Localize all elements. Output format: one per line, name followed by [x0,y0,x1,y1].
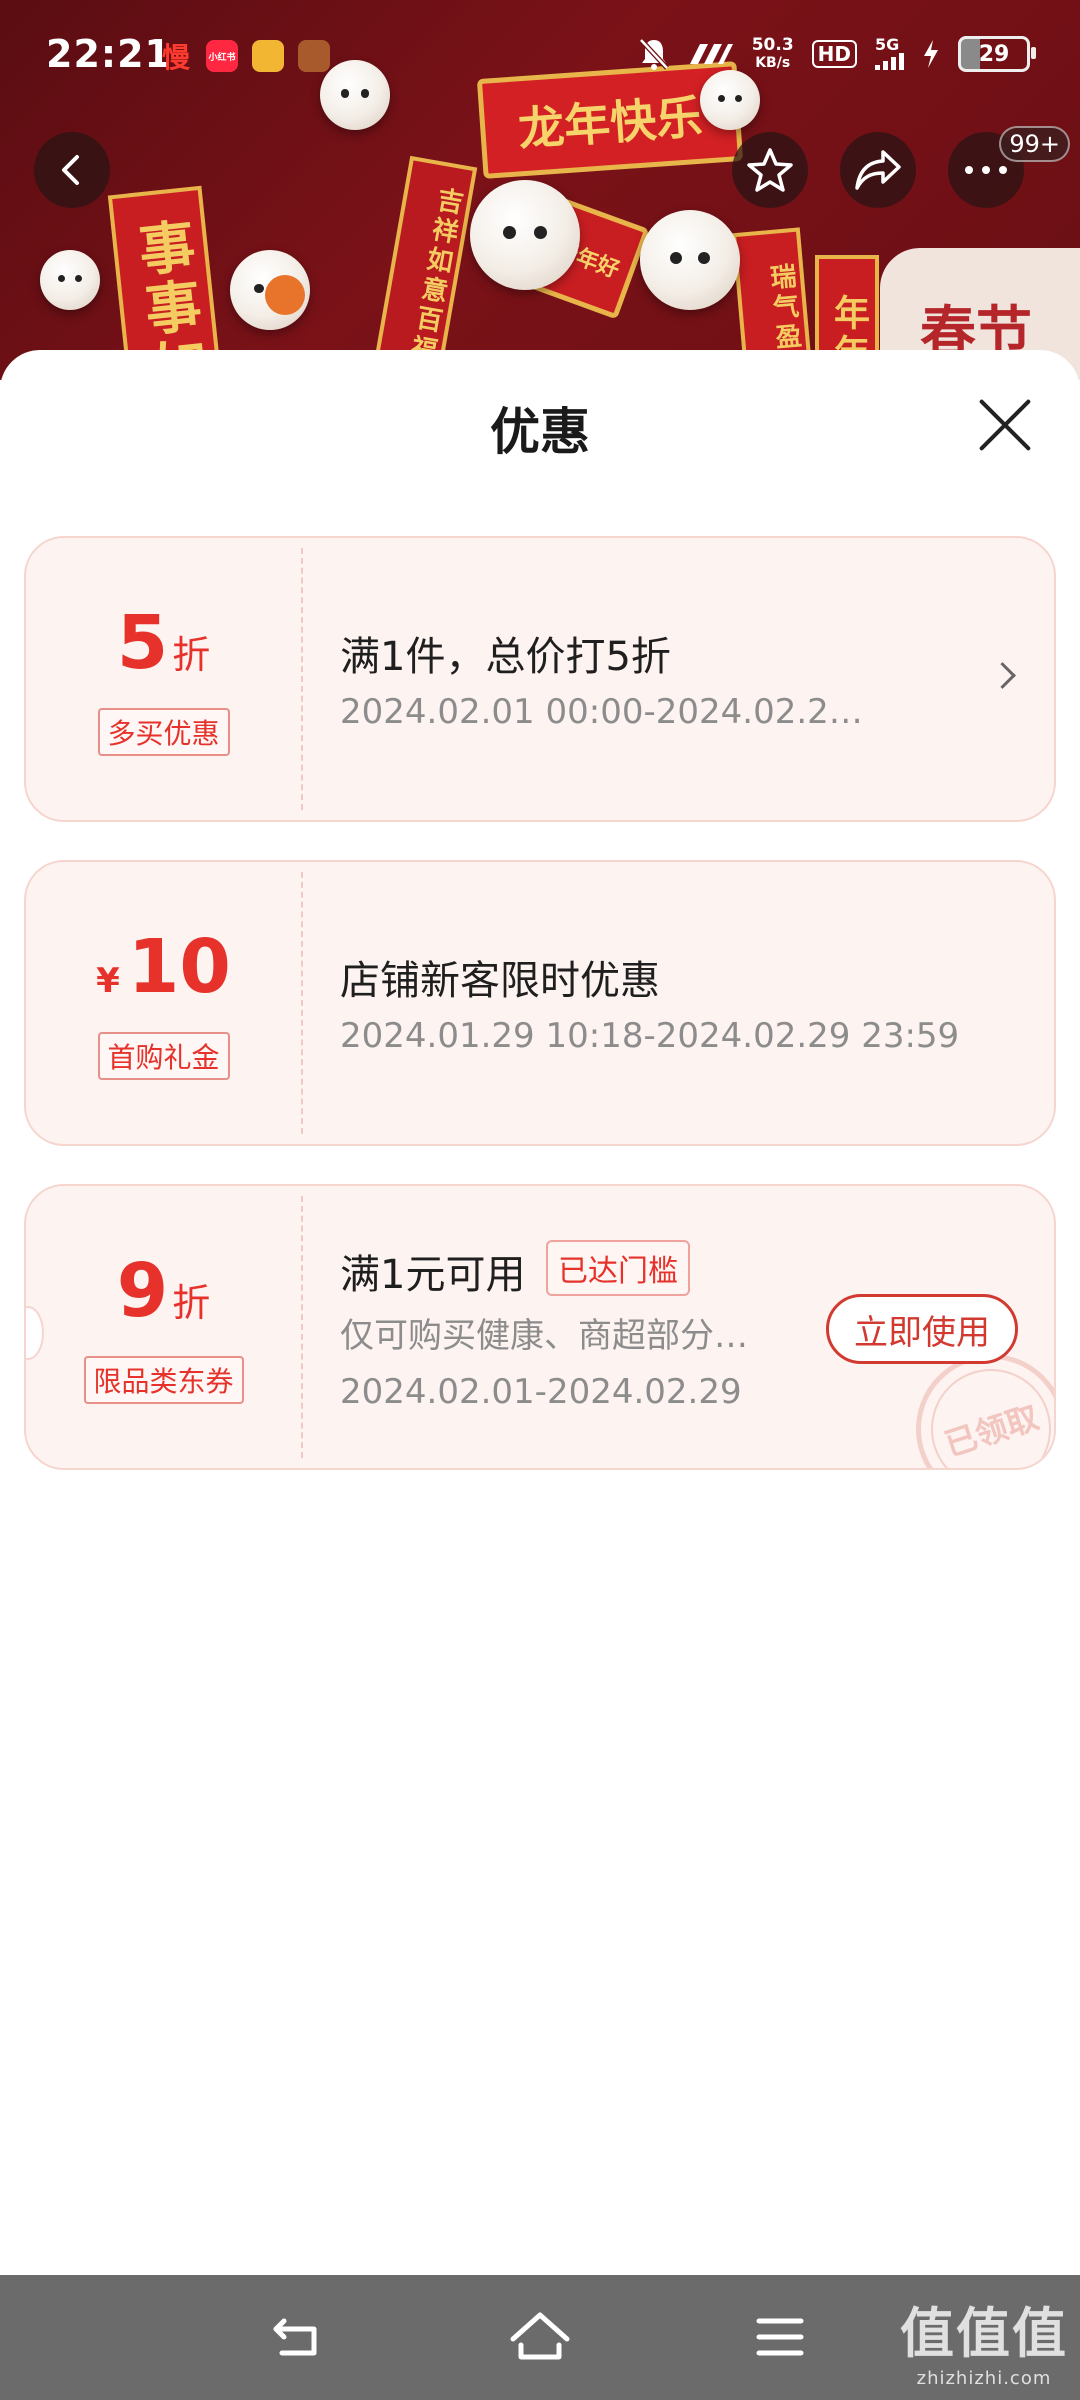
coupon-divider [301,872,303,1134]
status-time: 22:21 [46,32,172,76]
hd-badge: HD [811,40,857,68]
coupon-value-area: ¥10 首购礼金 [26,862,301,1144]
chevron-right-icon [989,662,1016,689]
game-hero-icon [298,40,330,72]
back-button[interactable] [34,132,110,208]
orange-decoration [265,275,305,315]
signal-strength: 5G [875,35,904,70]
close-button[interactable] [976,396,1034,454]
coupon-value-number: 5 [116,600,169,686]
dragon-mascot [640,210,740,310]
coupon-value-area: 5折 多买优惠 [26,538,301,820]
coupon-card[interactable]: 5折 多买优惠 满1件，总价打5折 2024.02.01 00:00-2024.… [24,536,1056,822]
network-speed: 50.3 KB/s [752,36,794,72]
coupon-card: ¥10 首购礼金 店铺新客限时优惠 2024.01.29 10:18-2024.… [24,860,1056,1146]
coupon-divider [301,1196,303,1458]
more-dots-icon [965,166,1007,174]
coupon-value: 9折 [26,1248,301,1334]
coupon-validity: 2024.01.29 10:18-2024.02.29 23:59 [340,1016,960,1056]
watermark-logo: 值值值 [900,2301,1068,2365]
coupon-value-unit: 折 [172,633,211,677]
system-navigation-bar: 值值值 zhizhizhi.com [0,2275,1080,2400]
favorite-button[interactable] [732,132,808,208]
share-button[interactable] [840,132,916,208]
slow-app-icon: 慢 [161,41,190,74]
battery-level: 29 [978,41,1010,67]
coupon-currency: ¥ [96,961,120,1001]
mute-bell-icon [638,38,669,70]
coupon-card: 9折 限品类东券 满1元可用 已达门槛 仅可购买健康、商超部分… 2024.02… [24,1184,1056,1470]
coupon-divider [301,548,303,810]
nav-back-button[interactable] [264,2305,334,2371]
carrier-logo-icon [689,44,733,64]
dragon-mascot [40,250,100,310]
star-icon [747,148,793,192]
notification-icons: 慢 小红书 [160,40,330,74]
watermark-url: zhizhizhi.com [916,2368,1052,2389]
threshold-reached-badge: 已达门槛 [546,1240,690,1296]
xiaohongshu-icon: 小红书 [206,40,238,72]
dragon-mascot [470,180,580,290]
nav-home-button[interactable] [505,2305,575,2371]
coupon-validity: 2024.02.01-2024.02.29 [340,1372,742,1412]
chevron-left-icon [62,155,79,185]
network-speed-unit: KB/s [755,55,791,71]
nav-menu-button[interactable] [745,2305,815,2371]
coupon-type-tag: 限品类东券 [83,1356,244,1404]
signal-bars-icon [875,52,904,70]
sheet-title: 优惠 [490,403,590,461]
coupon-title: 店铺新客限时优惠 [340,958,660,1004]
more-notification-badge: 99+ [999,126,1070,162]
status-bar: 22:21 慢 小红书 50.3 KB/s HD 5G 29 [0,0,1080,110]
coupon-validity: 2024.02.01 00:00-2024.02.2… [340,692,863,732]
site-watermark: 值值值 zhizhizhi.com [900,2289,1068,2389]
game-app-icon [252,40,284,72]
back-arrow-icon [273,2318,317,2356]
coupon-type-tag: 多买优惠 [97,708,230,756]
discount-sheet: 优惠 5折 多买优惠 满1件，总价打5折 2024.02.01 00:00-20… [0,350,1080,2275]
coupon-value-number: 9 [116,1248,169,1334]
coupon-title: 满1件，总价打5折 [340,634,671,680]
coupon-value: ¥10 [26,924,301,1010]
network-speed-value: 50.3 [751,35,794,55]
banner-couplet-middle: 吉祥如意百福 [370,155,478,380]
coupon-title: 满1元可用 [340,1252,526,1298]
coupon-value-area: 9折 限品类东券 [26,1186,301,1468]
coupon-type-tag: 首购礼金 [97,1032,230,1080]
status-right: 50.3 KB/s HD 5G 29 [638,35,1036,72]
battery-icon: 29 [958,36,1036,72]
coupon-value: 5折 [26,600,301,686]
menu-icon [756,2318,804,2356]
coupon-description: 仅可购买健康、商超部分… [340,1316,748,1356]
network-type: 5G [875,35,900,54]
coupon-value-unit: 折 [172,1281,211,1325]
coupon-value-number: 10 [127,924,231,1010]
share-icon [855,150,901,190]
charging-bolt-icon [924,40,938,68]
use-now-button[interactable]: 立即使用 [826,1294,1018,1364]
home-icon [510,2312,570,2360]
